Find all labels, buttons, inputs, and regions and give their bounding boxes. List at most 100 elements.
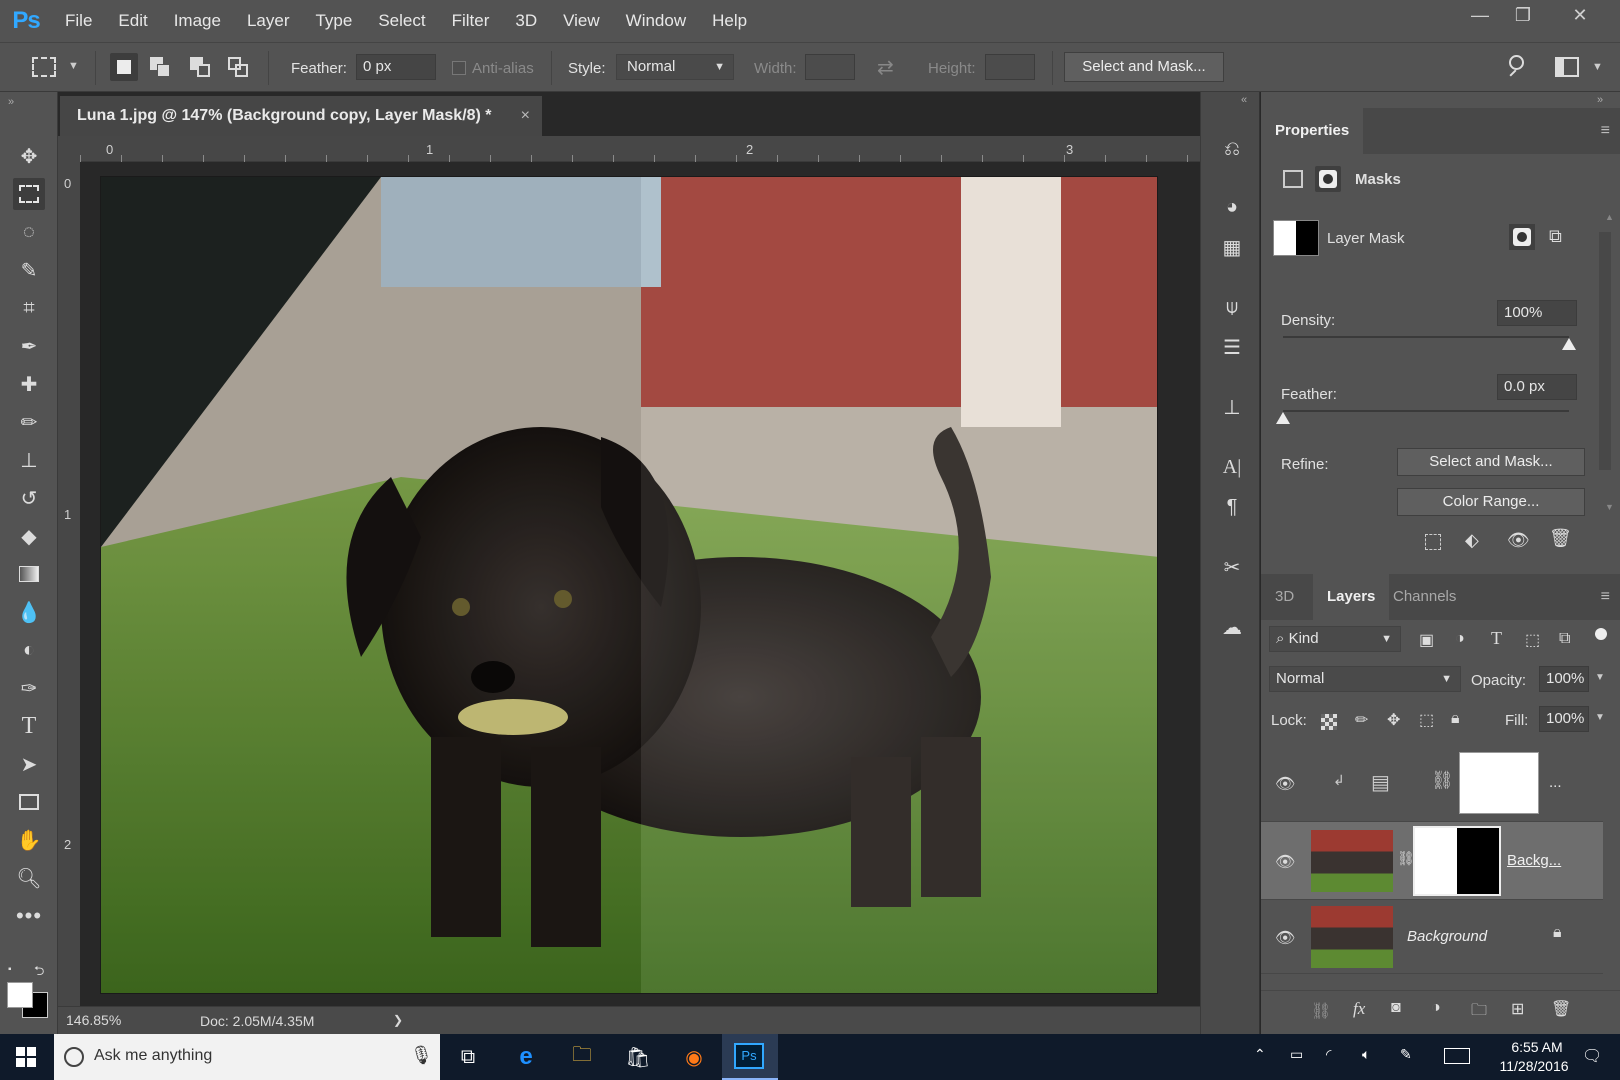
filter-type-icon[interactable]: T bbox=[1491, 628, 1502, 649]
feather-slider[interactable] bbox=[1283, 410, 1569, 412]
link-icon[interactable]: ⛓︎ bbox=[1431, 770, 1454, 791]
quick-selection-tool-icon[interactable]: ✎ bbox=[13, 254, 45, 286]
collapse-icon[interactable]: » bbox=[1597, 94, 1603, 106]
tab-properties[interactable]: Properties bbox=[1261, 108, 1364, 154]
menu-filter[interactable]: Filter bbox=[439, 11, 503, 31]
close-icon[interactable]: ✕ bbox=[1560, 0, 1600, 30]
eyedropper-tool-icon[interactable]: ✒ bbox=[13, 330, 45, 362]
new-adjustment-icon[interactable]: ◑ bbox=[1431, 999, 1441, 1017]
menu-view[interactable]: View bbox=[550, 11, 613, 31]
layer-name[interactable]: ... bbox=[1549, 774, 1562, 791]
feather-input[interactable]: 0 px bbox=[356, 54, 436, 80]
store-icon[interactable]: 🛍︎ bbox=[622, 1042, 654, 1072]
panel-menu-icon[interactable]: ≡ bbox=[1601, 122, 1610, 140]
swap-colors-icon[interactable]: ⮌ bbox=[34, 962, 44, 984]
fx-icon[interactable]: fx bbox=[1353, 999, 1365, 1019]
apply-mask-icon[interactable] bbox=[1509, 224, 1535, 250]
tab-3d[interactable]: 3D bbox=[1261, 574, 1308, 620]
filter-shape-icon[interactable]: ⬚ bbox=[1525, 630, 1540, 650]
firefox-icon[interactable]: ◉ bbox=[678, 1042, 710, 1072]
layer-row-background[interactable]: 👁︎ Background 🔒︎ bbox=[1261, 900, 1603, 974]
color-panel-icon[interactable]: ◕ bbox=[1217, 192, 1247, 222]
close-tab-icon[interactable]: × bbox=[521, 96, 530, 136]
delete-mask-icon[interactable]: 🗑︎ bbox=[1549, 528, 1572, 549]
zoom-tool-icon[interactable]: 🔍︎ bbox=[13, 862, 45, 894]
menu-image[interactable]: Image bbox=[161, 11, 234, 31]
chevron-down-icon[interactable]: ▼ bbox=[1592, 61, 1603, 73]
battery-icon[interactable]: ▭ bbox=[1290, 1046, 1303, 1063]
move-tool-icon[interactable]: ✥ bbox=[13, 140, 45, 172]
search-icon[interactable] bbox=[1505, 53, 1531, 79]
tool-presets-icon[interactable]: ✂ bbox=[1217, 552, 1247, 582]
mask-thumbnail[interactable] bbox=[1273, 220, 1319, 256]
path-selection-tool-icon[interactable]: ➤ bbox=[13, 748, 45, 780]
chevron-down-icon[interactable]: ▼ bbox=[1595, 672, 1605, 683]
fill-input[interactable]: 100% bbox=[1539, 706, 1589, 732]
healing-brush-tool-icon[interactable]: ✚ bbox=[13, 368, 45, 400]
pixel-mask-icon[interactable] bbox=[1283, 170, 1303, 188]
character-panel-icon[interactable]: A| bbox=[1217, 452, 1247, 482]
menu-3d[interactable]: 3D bbox=[502, 11, 550, 31]
filter-toggle-icon[interactable] bbox=[1595, 628, 1607, 640]
width-input[interactable] bbox=[805, 54, 855, 80]
opacity-input[interactable]: 100% bbox=[1539, 666, 1589, 692]
feather-slider-thumb[interactable] bbox=[1276, 412, 1290, 424]
filter-pixel-icon[interactable]: ▣ bbox=[1419, 630, 1434, 650]
rectangular-marquee-tool-icon[interactable] bbox=[13, 178, 45, 210]
intersect-selection-icon[interactable] bbox=[228, 57, 250, 79]
brush-tool-icon[interactable]: ✏ bbox=[13, 406, 45, 438]
zoom-level[interactable]: 146.85% bbox=[66, 1012, 121, 1028]
link-layers-icon[interactable]: ⛓︎ bbox=[1311, 1001, 1331, 1021]
blur-tool-icon[interactable]: 💧 bbox=[13, 596, 45, 628]
menu-type[interactable]: Type bbox=[302, 11, 365, 31]
scroll-down-icon[interactable]: ▼ bbox=[1605, 502, 1614, 512]
layer-row-adjustment[interactable]: 👁︎ ↲ ▤ ⛓︎ ... bbox=[1261, 746, 1603, 822]
density-slider-thumb[interactable] bbox=[1562, 338, 1576, 350]
delete-layer-icon[interactable]: 🗑︎ bbox=[1551, 999, 1571, 1019]
clock-date[interactable]: 11/28/2016 bbox=[1494, 1058, 1574, 1074]
lock-pixels-icon[interactable]: ✏ bbox=[1355, 710, 1368, 730]
vector-mask-icon[interactable]: ⧉ bbox=[1549, 226, 1562, 247]
new-layer-icon[interactable]: ⊞ bbox=[1511, 999, 1524, 1019]
brush-settings-icon[interactable]: ☰ bbox=[1217, 332, 1247, 362]
pen-icon[interactable]: ✎ bbox=[1400, 1046, 1412, 1063]
restore-icon[interactable]: ❐ bbox=[1503, 0, 1543, 30]
lock-artboard-icon[interactable]: ⬚ bbox=[1419, 710, 1434, 730]
menu-select[interactable]: Select bbox=[365, 11, 438, 31]
kind-filter-select[interactable]: ⌕ Kind ▼ bbox=[1269, 626, 1401, 652]
lock-transparent-icon[interactable] bbox=[1321, 714, 1337, 730]
apply-mask-button-icon[interactable]: ⬖ bbox=[1465, 530, 1479, 551]
layer-mask-thumbnail[interactable] bbox=[1413, 826, 1501, 896]
network-icon[interactable]: ◜ bbox=[1326, 1046, 1331, 1063]
gradient-tool-icon[interactable] bbox=[13, 558, 45, 590]
chevron-down-icon[interactable]: ▼ bbox=[1595, 712, 1605, 723]
default-colors-icon[interactable]: ▪ bbox=[8, 964, 20, 976]
clone-stamp-tool-icon[interactable]: ⊥ bbox=[13, 444, 45, 476]
scroll-up-icon[interactable]: ▲ bbox=[1605, 212, 1614, 222]
layer-thumbnail[interactable] bbox=[1311, 906, 1393, 968]
feather-input[interactable]: 0.0 px bbox=[1497, 374, 1577, 400]
foreground-color-swatch[interactable] bbox=[7, 982, 33, 1008]
tab-channels[interactable]: Channels bbox=[1379, 574, 1470, 620]
notifications-icon[interactable]: 🗨︎ bbox=[1582, 1046, 1602, 1066]
paragraph-panel-icon[interactable]: ¶ bbox=[1217, 492, 1247, 522]
volume-icon[interactable]: 🔈︎ bbox=[1362, 1046, 1370, 1063]
history-brush-tool-icon[interactable]: ↺ bbox=[13, 482, 45, 514]
new-selection-button[interactable] bbox=[110, 53, 138, 81]
rect-marquee-preset-icon[interactable] bbox=[32, 57, 56, 77]
type-tool-icon[interactable]: T bbox=[13, 710, 45, 742]
clock-time[interactable]: 6:55 AM bbox=[1502, 1039, 1572, 1055]
adjustment-mask-thumbnail[interactable] bbox=[1459, 752, 1539, 814]
cortana-search-box[interactable]: Ask me anything 🎙︎ bbox=[54, 1034, 440, 1080]
add-mask-icon[interactable]: ◙ bbox=[1391, 999, 1401, 1017]
status-menu-arrow-icon[interactable]: ❯ bbox=[393, 1013, 403, 1027]
windows-start-icon[interactable] bbox=[10, 1042, 42, 1072]
collapse-icon[interactable]: » bbox=[8, 96, 14, 108]
dodge-tool-icon[interactable]: ◐ bbox=[13, 634, 45, 666]
add-selection-icon[interactable] bbox=[150, 57, 172, 79]
filter-smart-object-icon[interactable]: ⧉ bbox=[1559, 630, 1570, 648]
layer-name[interactable]: Background bbox=[1407, 928, 1487, 945]
eraser-tool-icon[interactable]: ◆ bbox=[13, 520, 45, 552]
height-input[interactable] bbox=[985, 54, 1035, 80]
hand-tool-icon[interactable]: ✋ bbox=[13, 824, 45, 856]
